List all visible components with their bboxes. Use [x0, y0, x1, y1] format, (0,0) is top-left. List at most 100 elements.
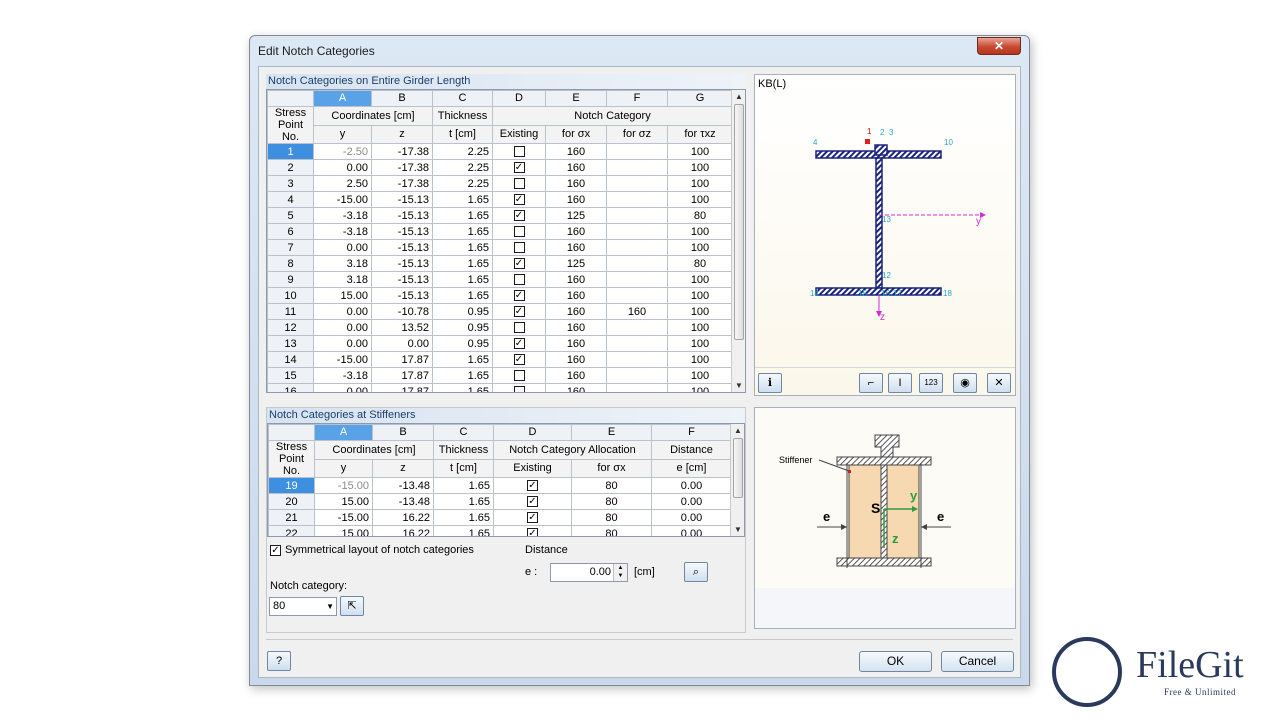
existing-cell[interactable]: ✓ [493, 477, 572, 494]
sz-cell[interactable] [606, 143, 668, 160]
e-distance-input[interactable]: 0.00 ▲ ▼ [550, 563, 628, 582]
row-number[interactable]: 3 [267, 175, 314, 192]
existing-checkbox[interactable] [513, 226, 525, 238]
z-cell[interactable]: 17.87 [371, 367, 433, 384]
txz-cell[interactable]: 80 [667, 255, 733, 272]
e-cell[interactable]: 0.00 [651, 477, 732, 494]
z-cell[interactable]: -17.38 [371, 159, 433, 176]
scroll-down-icon[interactable]: ▼ [732, 379, 746, 392]
row-number[interactable]: 22 [268, 525, 315, 536]
existing-cell[interactable]: ✓ [493, 509, 572, 526]
col-letter[interactable]: F [606, 90, 668, 107]
row-number[interactable]: 19 [268, 477, 315, 494]
y-cell[interactable]: -3.18 [313, 223, 372, 240]
existing-cell[interactable] [492, 223, 546, 240]
t-cell[interactable]: 1.65 [432, 287, 493, 304]
existing-cell[interactable] [492, 239, 546, 256]
col-letter[interactable]: G [667, 90, 733, 107]
table-row[interactable]: 3 2.50 -17.38 2.25 160 100 [267, 175, 733, 192]
scroll-up-icon[interactable]: ▲ [731, 424, 745, 437]
y-cell[interactable]: 15.00 [314, 525, 373, 536]
existing-checkbox[interactable]: ✓ [513, 354, 525, 366]
sx-cell[interactable]: 160 [545, 287, 607, 304]
y-cell[interactable]: 0.00 [313, 159, 372, 176]
t-cell[interactable]: 1.65 [432, 207, 493, 224]
z-cell[interactable]: 17.87 [371, 383, 433, 392]
txz-cell[interactable]: 100 [667, 351, 733, 368]
z-cell[interactable]: 0.00 [371, 335, 433, 352]
t-cell[interactable]: 0.95 [432, 303, 493, 320]
y-cell[interactable]: 0.00 [313, 335, 372, 352]
y-cell[interactable]: -15.00 [313, 351, 372, 368]
existing-cell[interactable]: ✓ [492, 255, 546, 272]
col-letter[interactable]: E [571, 424, 652, 441]
row-number[interactable]: 9 [267, 271, 314, 288]
table-row[interactable]: 9 3.18 -15.13 1.65 160 100 [267, 271, 733, 288]
row-number[interactable]: 15 [267, 367, 314, 384]
z-cell[interactable]: 17.87 [371, 351, 433, 368]
girder-grid[interactable]: A B C D E F G Stress Point No. Coordinat… [266, 89, 746, 393]
sz-cell[interactable] [606, 319, 668, 336]
t-cell[interactable]: 1.65 [433, 493, 494, 510]
existing-checkbox[interactable]: ✓ [527, 496, 538, 508]
y-cell[interactable]: -2.50 [313, 143, 372, 160]
existing-cell[interactable] [492, 271, 546, 288]
existing-cell[interactable] [492, 383, 546, 392]
reset-view-icon[interactable]: ✕ [987, 373, 1011, 393]
sx-cell[interactable]: 160 [545, 239, 607, 256]
txz-cell[interactable]: 100 [667, 223, 733, 240]
numbering-icon[interactable]: 123 [919, 373, 943, 393]
existing-checkbox[interactable]: ✓ [527, 480, 538, 492]
z-cell[interactable]: -13.48 [372, 477, 434, 494]
pick-distance-icon[interactable]: ⌕ [684, 562, 708, 582]
z-cell[interactable]: -15.13 [371, 191, 433, 208]
existing-checkbox[interactable]: ✓ [513, 194, 525, 206]
row-number[interactable]: 4 [267, 191, 314, 208]
existing-checkbox[interactable]: ✓ [513, 338, 525, 350]
y-cell[interactable]: 0.00 [313, 239, 372, 256]
row-number[interactable]: 16 [267, 383, 314, 392]
y-cell[interactable]: -3.18 [313, 367, 372, 384]
txz-cell[interactable]: 100 [667, 143, 733, 160]
t-cell[interactable]: 1.65 [433, 509, 494, 526]
sx-cell[interactable]: 160 [545, 335, 607, 352]
existing-checkbox[interactable]: ✓ [513, 210, 525, 222]
info-icon[interactable]: ℹ [758, 373, 782, 393]
txz-cell[interactable]: 80 [667, 207, 733, 224]
existing-checkbox[interactable] [513, 242, 525, 254]
existing-cell[interactable] [492, 143, 546, 160]
table-row[interactable]: 21 -15.00 16.22 1.65 ✓ 80 0.00 [268, 509, 732, 526]
scroll-down-icon[interactable]: ▼ [731, 523, 745, 536]
t-cell[interactable]: 1.65 [432, 351, 493, 368]
y-cell[interactable]: 3.18 [313, 255, 372, 272]
table-row[interactable]: 1 -2.50 -17.38 2.25 160 100 [267, 143, 733, 160]
z-cell[interactable]: -15.13 [371, 287, 433, 304]
table-row[interactable]: 15 -3.18 17.87 1.65 160 100 [267, 367, 733, 384]
y-cell[interactable]: -15.00 [314, 477, 373, 494]
sx-cell[interactable]: 160 [545, 159, 607, 176]
close-button[interactable]: ✕ [977, 37, 1021, 55]
existing-checkbox[interactable] [513, 370, 525, 382]
row-number[interactable]: 11 [267, 303, 314, 320]
sz-cell[interactable] [606, 175, 668, 192]
table-row[interactable]: 5 -3.18 -15.13 1.65 ✓ 125 80 [267, 207, 733, 224]
y-cell[interactable]: 0.00 [313, 383, 372, 392]
z-cell[interactable]: 16.22 [372, 525, 434, 536]
existing-checkbox[interactable]: ✓ [513, 258, 525, 270]
existing-cell[interactable] [492, 319, 546, 336]
txz-cell[interactable]: 100 [667, 239, 733, 256]
sx-cell[interactable]: 125 [545, 255, 607, 272]
col-letter[interactable]: F [651, 424, 732, 441]
sz-cell[interactable] [606, 191, 668, 208]
table-row[interactable]: 14 -15.00 17.87 1.65 ✓ 160 100 [267, 351, 733, 368]
t-cell[interactable]: 0.95 [432, 319, 493, 336]
sz-cell[interactable] [606, 239, 668, 256]
notch-category-select[interactable]: 80 ▼ [269, 597, 337, 616]
z-cell[interactable]: -15.13 [371, 239, 433, 256]
row-number[interactable]: 1 [267, 143, 314, 160]
e-cell[interactable]: 0.00 [651, 509, 732, 526]
sx-cell[interactable]: 160 [545, 303, 607, 320]
txz-cell[interactable]: 100 [667, 191, 733, 208]
y-cell[interactable]: 0.00 [313, 303, 372, 320]
row-number[interactable]: 2 [267, 159, 314, 176]
